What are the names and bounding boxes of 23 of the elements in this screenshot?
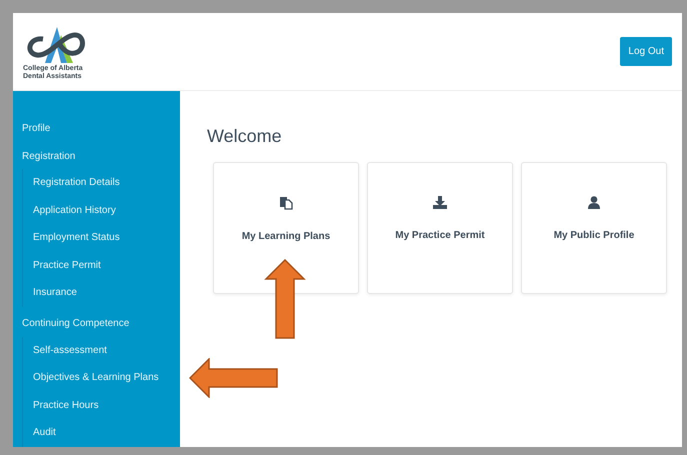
sidebar-subitem[interactable]: Objectives & Learning Plans [33, 364, 180, 392]
card-label: My Public Profile [554, 229, 634, 243]
sidebar-subitem[interactable]: Practice Permit [33, 252, 180, 279]
card-label: My Learning Plans [242, 230, 330, 244]
person-icon [588, 196, 600, 209]
sidebar-subitem[interactable]: Practice Hours [33, 392, 180, 419]
card-label: My Practice Permit [395, 229, 485, 243]
sidebar-subitem[interactable]: Self-assessment [33, 336, 180, 364]
documents-icon [279, 196, 293, 210]
sidebar-item[interactable]: Continuing Competence [22, 312, 180, 334]
download-icon [433, 196, 447, 209]
logout-button[interactable]: Log Out [620, 37, 672, 66]
sidebar-subitem[interactable]: Application History [33, 196, 180, 224]
welcome-title: Welcome [207, 125, 283, 148]
sidebar-item[interactable]: Registration [22, 145, 180, 167]
dashboard-card[interactable]: My Learning Plans [213, 162, 359, 294]
sidebar-subitem[interactable]: Registration Details [33, 169, 180, 196]
sidebar-subitem[interactable]: Employment Status [33, 224, 180, 252]
sidebar-subitem[interactable]: Audit [33, 419, 180, 446]
sidebar-item[interactable]: Profile [22, 117, 180, 139]
sidebar-subitem[interactable]: Insurance [33, 279, 180, 306]
dashboard-card[interactable]: My Public Profile [521, 162, 667, 294]
dashboard-card[interactable]: My Practice Permit [367, 162, 513, 294]
